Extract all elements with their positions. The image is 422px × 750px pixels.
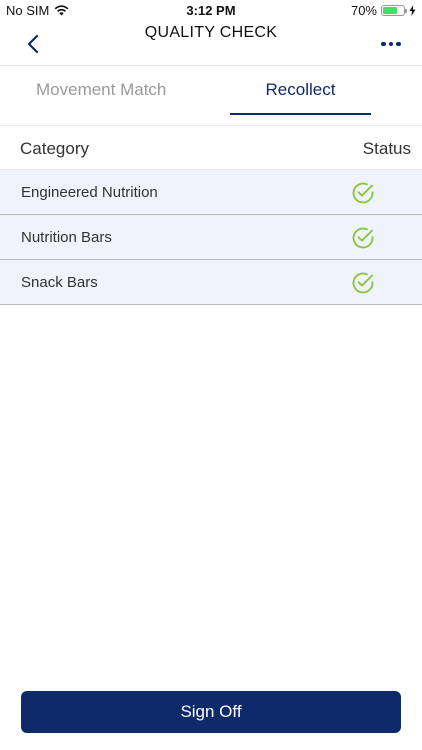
ellipsis-icon-dot: [388, 41, 394, 47]
table-header: Category Status: [0, 126, 422, 170]
tab-bar: Movement Match Recollect: [0, 66, 422, 126]
row-category-label: Nutrition Bars: [21, 229, 112, 246]
battery-fill: [383, 7, 397, 14]
active-tab-indicator: [230, 113, 371, 115]
check-circle-icon: [352, 272, 374, 294]
battery-icon: [381, 5, 407, 16]
table-row[interactable]: Engineered Nutrition: [0, 170, 422, 215]
charging-icon: [409, 5, 416, 16]
row-category-label: Engineered Nutrition: [21, 184, 158, 201]
column-header-status: Status: [362, 139, 411, 158]
status-bar: No SIM 3:12 PM 70%: [0, 0, 422, 22]
sign-off-button[interactable]: Sign Off: [21, 691, 401, 733]
nav-bar: QUALITY CHECK: [0, 22, 422, 66]
tab-movement-match[interactable]: Movement Match: [36, 80, 166, 100]
page-title: QUALITY CHECK: [144, 24, 278, 41]
table-row[interactable]: Nutrition Bars: [0, 215, 422, 260]
ellipsis-icon-dot: [381, 41, 386, 47]
column-header-category: Category: [20, 139, 89, 158]
row-category-label: Snack Bars: [21, 274, 98, 291]
check-circle-icon: [352, 227, 374, 249]
more-options-button[interactable]: [378, 32, 404, 56]
battery-percent: 70%: [350, 3, 377, 18]
ellipsis-icon-dot: [396, 41, 401, 47]
check-circle-icon: [352, 182, 374, 204]
tab-recollect[interactable]: Recollect: [230, 80, 371, 100]
battery-cap: [405, 9, 407, 13]
category-list: Engineered Nutrition Nutrition Bars Snac…: [0, 170, 422, 305]
status-right: 70%: [351, 3, 416, 18]
table-row[interactable]: Snack Bars: [0, 260, 422, 305]
